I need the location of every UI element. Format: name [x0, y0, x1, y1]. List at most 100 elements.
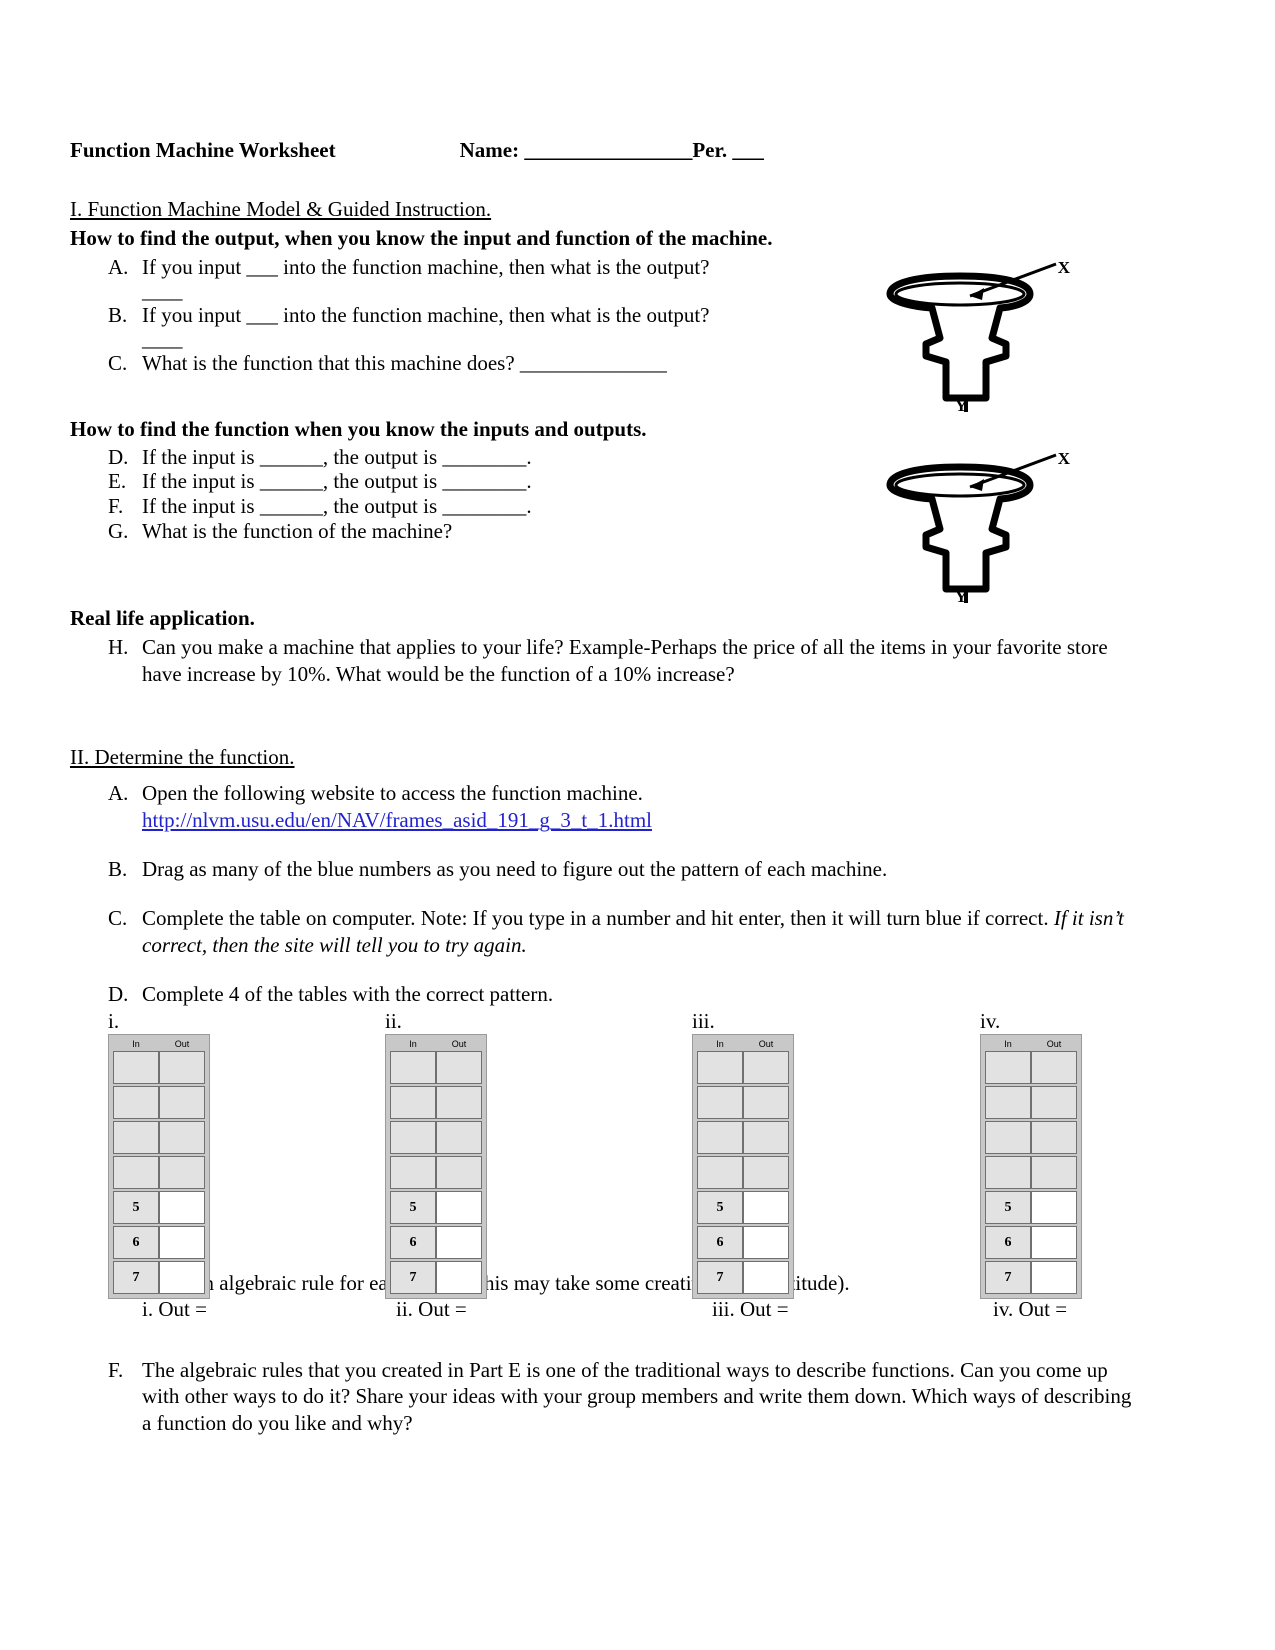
cell-in[interactable]: 5	[985, 1190, 1031, 1224]
section-one-subheading-output: How to find the output, when you know th…	[70, 226, 773, 250]
cell-out[interactable]	[436, 1190, 482, 1224]
table-row: 6	[697, 1225, 789, 1259]
cell-in[interactable]	[113, 1155, 159, 1189]
table-row: 6	[390, 1225, 482, 1259]
table-numeral: i.	[108, 1008, 120, 1033]
section-one-subheading-function: How to find the function when you know t…	[70, 416, 647, 441]
list-item: B. If you input ___ into the function ma…	[108, 302, 1140, 329]
cell-out[interactable]	[1031, 1085, 1077, 1119]
cell-in[interactable]: 6	[985, 1225, 1031, 1259]
cell-in[interactable]	[697, 1050, 743, 1084]
cell-out[interactable]	[1031, 1190, 1077, 1224]
cell-in[interactable]: 7	[390, 1260, 436, 1294]
cell-out[interactable]	[743, 1260, 789, 1294]
cell-out[interactable]	[436, 1085, 482, 1119]
cell-out[interactable]	[159, 1085, 205, 1119]
item-text: If the input is ______, the output is __…	[142, 444, 532, 469]
cell-out[interactable]	[436, 1260, 482, 1294]
cell-out[interactable]	[436, 1225, 482, 1259]
function-machine-url-link[interactable]: http://nlvm.usu.edu/en/NAV/frames_asid_1…	[142, 807, 1140, 834]
function-table[interactable]: In Out 5 6 7	[692, 1033, 794, 1299]
section-one-heading-wrap: I. Function Machine Model & Guided Instr…	[70, 197, 1140, 226]
answer-blank-b[interactable]: ____	[142, 328, 1140, 350]
table-row: 7	[390, 1260, 482, 1294]
out-equation-i[interactable]: i. Out =	[142, 1297, 207, 1322]
list-item: A. If you input ___ into the function ma…	[108, 254, 1140, 281]
worksheet-page: X Y X Y Function Machine Worksheet Name:…	[0, 0, 1275, 1650]
cell-out[interactable]	[159, 1155, 205, 1189]
out-equation-iv[interactable]: iv. Out =	[993, 1297, 1067, 1322]
out-equation-iii[interactable]: iii. Out =	[712, 1297, 789, 1322]
cell-in[interactable]	[985, 1120, 1031, 1154]
cell-in[interactable]	[390, 1120, 436, 1154]
cell-out[interactable]	[436, 1120, 482, 1154]
cell-out[interactable]	[159, 1225, 205, 1259]
cell-in[interactable]: 6	[697, 1225, 743, 1259]
item-text: Complete 4 of the tables with the correc…	[142, 981, 554, 1006]
cell-in[interactable]: 6	[113, 1225, 159, 1259]
cell-out[interactable]	[1031, 1260, 1077, 1294]
cell-in[interactable]: 7	[985, 1260, 1031, 1294]
list-item: C. What is the function that this machin…	[108, 350, 1140, 377]
cell-in[interactable]	[113, 1120, 159, 1154]
cell-out[interactable]	[159, 1050, 205, 1084]
cell-out[interactable]	[159, 1120, 205, 1154]
cell-in[interactable]: 6	[390, 1225, 436, 1259]
cell-in[interactable]	[390, 1155, 436, 1189]
cell-out[interactable]	[1031, 1050, 1077, 1084]
item-label: D.	[108, 444, 129, 469]
item-text: What is the function of the machine?	[142, 518, 453, 543]
cell-out[interactable]	[743, 1085, 789, 1119]
cell-in[interactable]	[390, 1050, 436, 1084]
table-row: 6	[113, 1225, 205, 1259]
cell-out[interactable]	[159, 1190, 205, 1224]
item-label: B.	[108, 857, 128, 882]
list-item: H. Can you make a machine that applies t…	[108, 634, 1140, 688]
list-item: E. If the input is ______, the output is…	[108, 469, 1140, 494]
cell-out[interactable]	[743, 1190, 789, 1224]
cell-out[interactable]	[1031, 1155, 1077, 1189]
cell-in[interactable]: 7	[113, 1260, 159, 1294]
cell-out[interactable]	[743, 1225, 789, 1259]
name-period-field[interactable]: Name: ________________Per. ___	[460, 138, 764, 163]
cell-out[interactable]	[159, 1260, 205, 1294]
cell-out[interactable]	[743, 1050, 789, 1084]
cell-out[interactable]	[1031, 1120, 1077, 1154]
out-equation-ii[interactable]: ii. Out =	[396, 1297, 467, 1322]
table-header-row: In Out	[697, 1038, 789, 1051]
cell-out[interactable]	[436, 1155, 482, 1189]
cell-in[interactable]	[985, 1050, 1031, 1084]
table-block-iii: iii. In Out 5 6 7	[692, 1008, 794, 1299]
cell-out[interactable]	[1031, 1225, 1077, 1259]
table-row	[985, 1120, 1077, 1154]
function-tables-row: i. In Out 5 6 7 ii. In Out 5 6 7 iii. In…	[108, 1008, 1140, 1299]
function-table[interactable]: In Out 5 6 7	[108, 1033, 210, 1299]
cell-in[interactable]: 5	[113, 1190, 159, 1224]
cell-in[interactable]	[985, 1085, 1031, 1119]
cell-in[interactable]	[390, 1085, 436, 1119]
answer-blank-a[interactable]: ____	[142, 280, 1140, 302]
cell-out[interactable]	[743, 1120, 789, 1154]
cell-in[interactable]: 5	[697, 1190, 743, 1224]
cell-in[interactable]	[697, 1085, 743, 1119]
function-table[interactable]: In Out 5 6 7	[980, 1033, 1082, 1299]
column-header-out: Out	[758, 1038, 774, 1049]
cell-in[interactable]	[697, 1120, 743, 1154]
function-table[interactable]: In Out 5 6 7	[385, 1033, 487, 1299]
cell-out[interactable]	[436, 1050, 482, 1084]
item-text: Drag as many of the blue numbers as you …	[142, 857, 888, 882]
item-text-plain: Complete the table on computer. Note: If…	[142, 906, 1054, 931]
table-block-ii: ii. In Out 5 6 7	[385, 1008, 487, 1299]
cell-in[interactable]	[985, 1155, 1031, 1189]
cell-in[interactable]	[113, 1050, 159, 1084]
cell-in[interactable]: 5	[390, 1190, 436, 1224]
cell-in[interactable]	[113, 1085, 159, 1119]
cell-in[interactable]: 7	[697, 1260, 743, 1294]
cell-out[interactable]	[743, 1155, 789, 1189]
cell-in[interactable]	[697, 1155, 743, 1189]
item-text: If the input is ______, the output is __…	[142, 494, 532, 519]
worksheet-header: Function Machine Worksheet Name: _______…	[70, 138, 1140, 163]
